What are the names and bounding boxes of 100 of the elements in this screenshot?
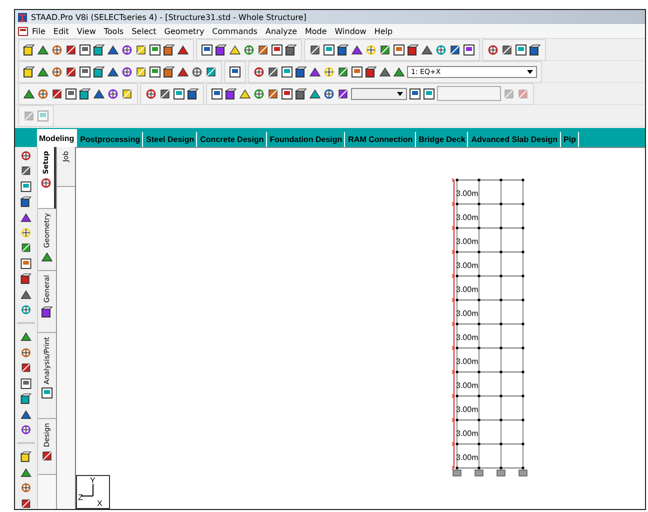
tab[interactable]: Steel Design <box>144 132 198 147</box>
tool-icon[interactable] <box>423 88 435 100</box>
tool-icon[interactable] <box>379 66 391 78</box>
tool-icon[interactable] <box>191 66 203 78</box>
tool-icon[interactable] <box>121 44 133 56</box>
tool-icon[interactable] <box>211 88 223 100</box>
tool-icon[interactable] <box>20 346 32 358</box>
tool-icon[interactable] <box>20 424 32 436</box>
tool-icon[interactable] <box>337 44 349 56</box>
tool-icon[interactable] <box>79 88 91 100</box>
tool-icon[interactable] <box>163 66 175 78</box>
tool-icon[interactable] <box>365 44 377 56</box>
tool-icon[interactable] <box>23 66 35 78</box>
tool-icon[interactable] <box>135 44 147 56</box>
tool-icon[interactable] <box>337 66 349 78</box>
tool-icon[interactable] <box>107 88 119 100</box>
tool-icon[interactable] <box>215 44 227 56</box>
tool-icon[interactable] <box>295 88 307 100</box>
tool-icon[interactable] <box>159 88 171 100</box>
tool-icon[interactable] <box>501 44 513 56</box>
tool-icon[interactable] <box>309 88 321 100</box>
menu-item[interactable]: Select <box>128 26 160 36</box>
tool-icon[interactable] <box>20 304 32 316</box>
menu-item[interactable]: Help <box>370 26 397 36</box>
tool-icon[interactable] <box>379 44 391 56</box>
document-icon[interactable] <box>18 26 28 36</box>
tool-icon[interactable] <box>65 88 77 100</box>
tool-icon[interactable] <box>229 44 241 56</box>
tool-icon[interactable] <box>20 180 32 192</box>
tool-icon[interactable] <box>121 88 133 100</box>
tool-icon[interactable] <box>79 66 91 78</box>
tool-icon[interactable] <box>149 66 161 78</box>
tab[interactable]: Pip <box>562 132 579 147</box>
menu-item[interactable]: Edit <box>49 26 73 36</box>
tool-icon[interactable] <box>79 44 91 56</box>
tool-icon[interactable] <box>309 44 321 56</box>
tool-icon[interactable] <box>407 44 419 56</box>
tool-icon[interactable] <box>243 44 255 56</box>
tool-icon[interactable] <box>145 88 157 100</box>
menu-item[interactable]: Geometry <box>160 26 208 36</box>
tool-icon[interactable] <box>20 408 32 420</box>
tool-icon[interactable] <box>41 387 53 400</box>
tool-icon[interactable] <box>149 44 161 56</box>
tool-icon[interactable] <box>163 44 175 56</box>
tool-icon[interactable] <box>487 44 499 56</box>
tool-icon[interactable] <box>37 88 49 100</box>
menu-item[interactable]: File <box>28 26 50 36</box>
menu-item[interactable]: Tools <box>100 26 128 36</box>
tool-icon[interactable] <box>37 66 49 78</box>
tab[interactable]: Modeling <box>37 129 78 147</box>
tool-icon[interactable] <box>253 66 265 78</box>
tool-icon[interactable] <box>409 88 421 100</box>
tool-icon[interactable] <box>23 88 35 100</box>
tool-icon[interactable] <box>177 44 189 56</box>
tool-icon[interactable] <box>20 165 32 177</box>
tab[interactable]: RAM Connection <box>346 132 416 147</box>
tool-icon[interactable] <box>463 44 475 56</box>
tool-icon[interactable] <box>20 227 32 238</box>
tool-icon[interactable] <box>20 150 32 162</box>
tool-icon[interactable] <box>40 177 52 190</box>
tool-icon[interactable] <box>323 88 335 100</box>
tab[interactable]: Concrete Design <box>198 132 267 147</box>
menu-item[interactable]: View <box>72 26 100 36</box>
tool-icon[interactable] <box>20 212 32 224</box>
tool-icon[interactable] <box>309 66 321 78</box>
tool-icon[interactable] <box>20 288 32 300</box>
menu-item[interactable]: Mode <box>301 26 331 36</box>
input-field[interactable] <box>437 86 501 101</box>
tool-icon[interactable] <box>65 66 77 78</box>
tool-icon[interactable] <box>187 88 199 100</box>
tab[interactable]: Bridge Deck <box>416 132 468 147</box>
dropdown-field[interactable] <box>351 88 407 100</box>
tool-icon[interactable] <box>267 66 279 78</box>
menu-item[interactable]: Analyze <box>261 26 301 36</box>
tool-icon[interactable] <box>271 44 283 56</box>
tool-icon[interactable] <box>65 44 77 56</box>
tool-icon[interactable] <box>253 88 265 100</box>
tool-icon[interactable] <box>281 66 293 78</box>
tool-icon[interactable] <box>257 44 269 56</box>
tool-icon[interactable] <box>93 44 105 56</box>
tab[interactable]: Advanced Slab Design <box>469 132 561 147</box>
tool-icon[interactable] <box>20 451 32 463</box>
tool-icon[interactable] <box>173 88 185 100</box>
tool-icon[interactable] <box>285 44 297 56</box>
tool-icon[interactable] <box>51 66 63 78</box>
tool-icon[interactable] <box>20 273 32 285</box>
tool-icon[interactable] <box>281 88 293 100</box>
tool-icon[interactable] <box>51 44 63 56</box>
tool-icon[interactable] <box>515 44 527 56</box>
tool-icon[interactable] <box>23 44 35 56</box>
tool-icon[interactable] <box>435 44 447 56</box>
tool-icon[interactable] <box>529 44 541 56</box>
tool-icon[interactable] <box>201 44 213 56</box>
tool-icon[interactable] <box>225 88 237 100</box>
tool-icon[interactable] <box>20 482 32 494</box>
tool-icon[interactable] <box>393 44 405 56</box>
tool-icon[interactable] <box>107 44 119 56</box>
menu-item[interactable]: Window <box>330 26 370 36</box>
tool-icon[interactable] <box>323 44 335 56</box>
tool-icon[interactable] <box>41 306 53 318</box>
